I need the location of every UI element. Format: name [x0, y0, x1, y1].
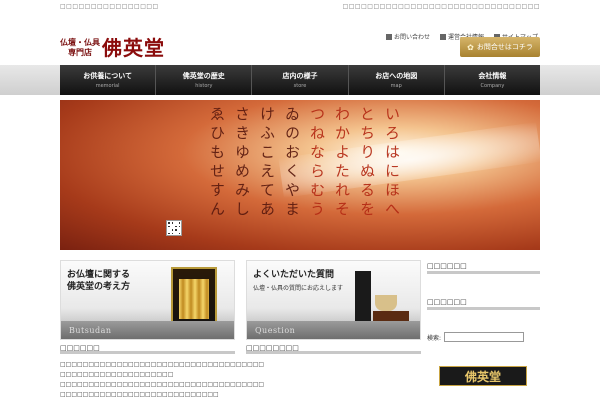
left-section-text: □□□□□□□□□□□□□□□□□□□□□□□□□□□□□□□□□□□□ □□□…	[60, 360, 265, 400]
bullet-icon	[439, 33, 446, 40]
top-strip: □□□□□□□□□□□□□□□□ □□□□□□□□□□□□□□□□□□□□□□□…	[0, 0, 600, 14]
nav-item-label: 会社情報	[478, 72, 507, 80]
nav-item-sublabel: memorial	[95, 83, 120, 89]
paragraph-line: □□□□□□□□□□□□□□□□□□□□□□□□□□□□□□□□□□□□	[60, 361, 265, 368]
sidebar-heading: □□□□□□	[427, 260, 540, 274]
hero-calligraphy-column: けふこえてあ	[258, 106, 276, 220]
nav-item-label: 佛英堂の歴史	[182, 72, 225, 80]
paragraph-line: □□□□□□□□□□□□□□□□□□□□□□□□□□□□□□□□□□□□	[60, 381, 265, 388]
hero-calligraphy-column: つねならむう	[308, 106, 326, 220]
question-banner-en-label: Question	[255, 326, 296, 335]
hero-calligraphy-column: わかよたれそ	[333, 106, 351, 220]
sidebar-search: 検索:	[427, 332, 540, 342]
contact-link[interactable]: お問い合わせ	[385, 32, 430, 41]
search-label: 検索:	[427, 334, 442, 342]
logo-main-text: 佛英堂	[102, 36, 165, 60]
center-section-heading: □□□□□□□□	[246, 342, 421, 354]
hero-calligraphy-column: ゑひもせすん	[208, 106, 226, 220]
hero-calligraphy-column: ゐのおくやま	[283, 106, 301, 220]
question-banner[interactable]: よくいただいた質問 仏壇・仏具の質問にお応えします Question	[246, 260, 421, 340]
nav-item-sublabel: history	[195, 83, 213, 89]
sidebar-heading: □□□□□□	[427, 296, 540, 310]
nav-item-map[interactable]: お店への地図 map	[349, 65, 445, 95]
contact-button-label: お問合せはコチラ	[476, 43, 533, 51]
left-section-heading: □□□□□□	[60, 342, 235, 354]
butsudan-banner[interactable]: お仏壇に関する 佛英堂の考え方 Butsudan	[60, 260, 235, 340]
banner-title-line2: 佛英堂の考え方	[67, 282, 131, 292]
butsudan-gold-interior	[179, 279, 209, 319]
nav-item-sublabel: Company	[480, 83, 505, 89]
bell-shape	[375, 295, 397, 311]
question-banner-subtitle: 仏壇・仏具の質問にお応えします	[253, 285, 344, 292]
nav-item-sublabel: map	[390, 83, 402, 89]
bullet-icon	[385, 33, 392, 40]
nav-item-memorial[interactable]: お供養について memorial	[60, 65, 157, 95]
contact-button[interactable]: ✿ お問合せはコチラ	[460, 37, 540, 57]
tablet-shape	[355, 271, 371, 323]
banner-title-line1: お仏壇に関する	[67, 270, 131, 280]
sidebar: □□□□□□ □□□□□□ 検索: 佛英堂	[427, 260, 540, 386]
nav-item-label: 店内の様子	[282, 72, 318, 80]
question-banner-title: よくいただいた質問	[253, 270, 335, 280]
sidebar-logo[interactable]: 佛英堂	[439, 366, 527, 386]
hero-image: いろはにほへ とちりぬるを わかよたれそ つねならむう ゐのおくやま けふこえて…	[60, 100, 540, 250]
logo-subtitle-line2: 専門店	[68, 46, 92, 57]
lotus-icon: ✿	[467, 42, 474, 52]
butsudan-banner-en-label: Butsudan	[69, 326, 112, 335]
nav-item-company[interactable]: 会社情報 Company	[445, 65, 540, 95]
top-strip-right-text: □□□□□□□□□□□□□□□□□□□□□□□□□□□□□□□□	[342, 3, 540, 10]
logo-subtitle: 仏壇・仏具 専門店	[60, 37, 100, 57]
butsudan-banner-title: お仏壇に関する 佛英堂の考え方	[67, 269, 130, 293]
main-nav: お供養について memorial 佛英堂の歴史 history 店内の様子 st…	[60, 65, 540, 95]
nav-item-history[interactable]: 佛英堂の歴史 history	[156, 65, 253, 95]
top-strip-left-text: □□□□□□□□□□□□□□□□	[60, 3, 159, 10]
logo-subtitle-line1: 仏壇・仏具	[60, 36, 100, 47]
site-logo[interactable]: 仏壇・仏具 専門店 佛英堂	[60, 32, 165, 61]
nav-item-label: お供養について	[83, 72, 132, 80]
paragraph-line: □□□□□□□□□□□□□□□□□□□□	[60, 371, 174, 378]
search-input[interactable]	[444, 332, 525, 342]
contact-link-label: お問い合わせ	[393, 34, 430, 41]
hero-calligraphy-column: さきゆめみし	[233, 106, 251, 220]
hero-calligraphy-column: とちりぬるを	[358, 106, 376, 220]
nav-item-sublabel: store	[293, 83, 307, 89]
qr-seal-icon	[166, 220, 182, 236]
content-area: お仏壇に関する 佛英堂の考え方 Butsudan よくいただいた質問 仏壇・仏具…	[60, 260, 540, 400]
nav-bar: お供養について memorial 佛英堂の歴史 history 店内の様子 st…	[0, 65, 600, 95]
hero-calligraphy-column: いろはにほへ	[383, 106, 401, 220]
paragraph-line: □□□□□□□□□□□□□□□□□□□□□□□□□□□□	[60, 391, 219, 398]
nav-item-label: お店への地図	[375, 72, 418, 80]
nav-item-store[interactable]: 店内の様子 store	[252, 65, 349, 95]
